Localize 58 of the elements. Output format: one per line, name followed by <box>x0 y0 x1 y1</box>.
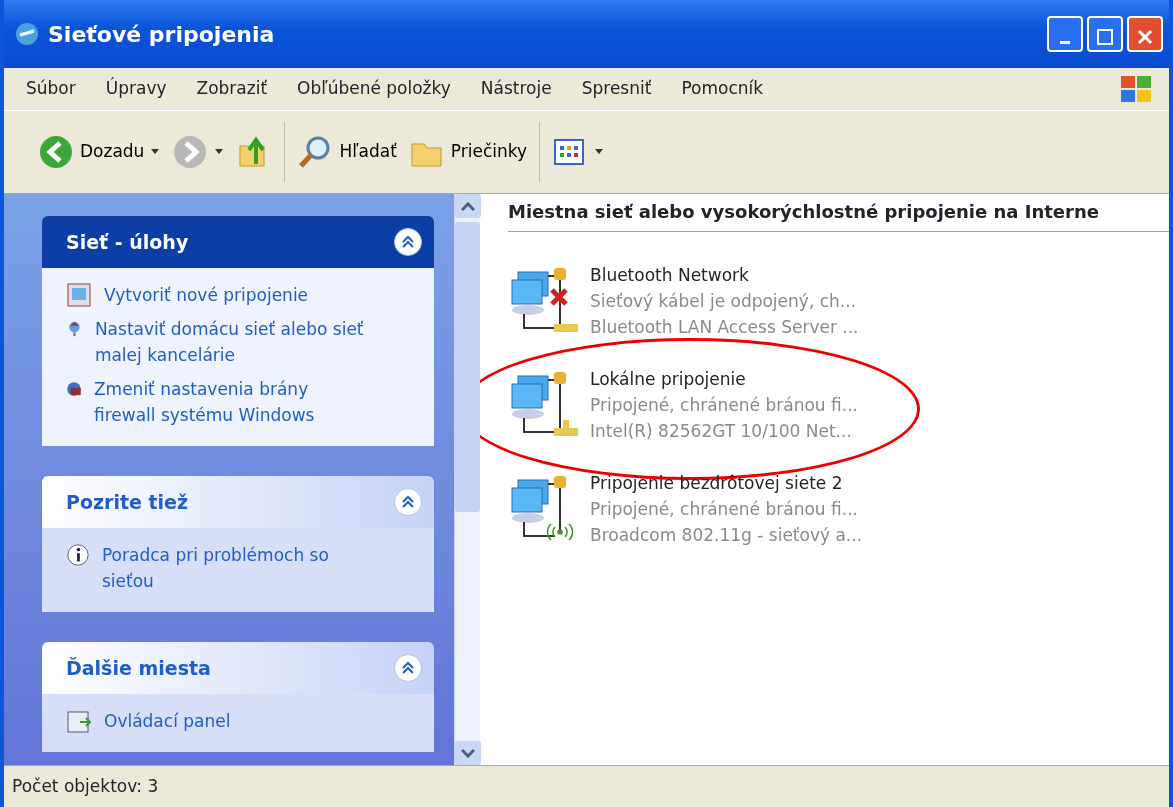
monitor-icon <box>66 282 92 308</box>
connection-status: Pripojené, chránené bránou fi... <box>590 498 859 521</box>
panel-header[interactable]: Pozrite tiež <box>42 476 434 528</box>
connection-name: Lokálne pripojenie <box>590 368 747 391</box>
dropdown-caret-icon <box>150 148 161 156</box>
close-button[interactable] <box>1127 16 1163 52</box>
menu-item[interactable]: Úpravy <box>105 76 167 102</box>
task-link[interactable]: Zmeniť nastavenia brány firewall systému Windows <box>93 376 364 428</box>
menu-item[interactable]: Pomocník <box>681 76 764 102</box>
dropdown-caret-icon <box>594 148 605 156</box>
search-button[interactable]: Hľadať <box>291 132 403 172</box>
connection-item[interactable]: Lokálne pripojenie Pripojené, chránené bránou fi... Intel(R) 82562GT 10/100 Net... <box>510 366 1169 444</box>
menu-item[interactable]: Obľúbené položky <box>297 76 451 102</box>
folders-button[interactable]: Priečinky <box>402 132 534 172</box>
task-link[interactable]: Vytvoriť nové pripojenie <box>104 282 309 308</box>
scrollbar[interactable] <box>454 194 480 765</box>
double-chevron-icon <box>401 495 415 509</box>
connection-item[interactable]: Bluetooth Network Sieťový kábel je odpojený, ch... Bluetooth LAN Access Server ... <box>510 262 1169 340</box>
menu-item[interactable]: Spresniť <box>581 76 652 102</box>
maximize-button[interactable] <box>1087 16 1123 52</box>
menu-item[interactable]: Súbor <box>26 76 76 102</box>
panel-header[interactable]: Sieť - úlohy <box>42 216 434 268</box>
connection-item[interactable]: Pripojenie bezdrôtovej siete 2 Pripojené, chránené bránou fi... Broadcom 802.11g - sieťový a... <box>510 470 1169 548</box>
connection-status: Sieťový kábel je odpojený, ch... <box>590 290 858 313</box>
panel-header[interactable]: Ďalšie miesta <box>42 642 434 694</box>
back-button[interactable]: Dozadu <box>32 132 167 172</box>
maximize-icon <box>1095 27 1115 47</box>
network-icon <box>14 21 40 47</box>
dropdown-caret-icon <box>214 148 225 156</box>
window-title: Sieťové pripojenia <box>48 20 276 49</box>
connection-name: Bluetooth Network <box>590 264 750 287</box>
chevron-down-icon <box>461 748 475 758</box>
scroll-down-button[interactable] <box>455 741 481 765</box>
device-name: Intel(R) 82562GT 10/100 Net... <box>590 420 853 443</box>
scroll-up-button[interactable] <box>455 194 481 218</box>
status-text: Počet objektov: 3 <box>12 774 159 798</box>
connection-status: Pripojené, chránené bránou fi... <box>590 394 858 417</box>
double-chevron-icon <box>401 661 415 675</box>
minimize-button[interactable] <box>1047 16 1083 52</box>
device-name: Bluetooth LAN Access Server ... <box>590 316 859 339</box>
menu-item[interactable]: Zobraziť <box>196 76 268 102</box>
device-name: Broadcom 802.11g - sieťový a... <box>590 524 863 547</box>
chevron-up-icon <box>461 201 475 211</box>
task-link[interactable]: Ovládací panel <box>104 708 231 734</box>
collapse-button[interactable] <box>394 228 422 256</box>
control-panel-icon <box>66 708 92 734</box>
collapse-button[interactable] <box>394 654 422 682</box>
menu-item[interactable]: Nástroje <box>480 76 552 102</box>
task-link[interactable]: Nastaviť domácu sieť alebo sieť malej kancelárie <box>94 316 364 368</box>
task-link[interactable]: Poradca pri problémoch so sieťou <box>101 542 364 594</box>
collapse-button[interactable] <box>394 488 422 516</box>
info-icon <box>66 542 90 568</box>
double-chevron-icon <box>401 235 415 249</box>
group-header: Miestna sieť alebo vysokorýchlostné pripojenie na Interne <box>508 198 1169 232</box>
connection-name: Pripojenie bezdrôtovej siete 2 <box>590 472 844 495</box>
minimize-icon <box>1060 40 1070 44</box>
windows-flag-icon <box>1119 74 1153 104</box>
close-icon <box>1135 27 1155 47</box>
